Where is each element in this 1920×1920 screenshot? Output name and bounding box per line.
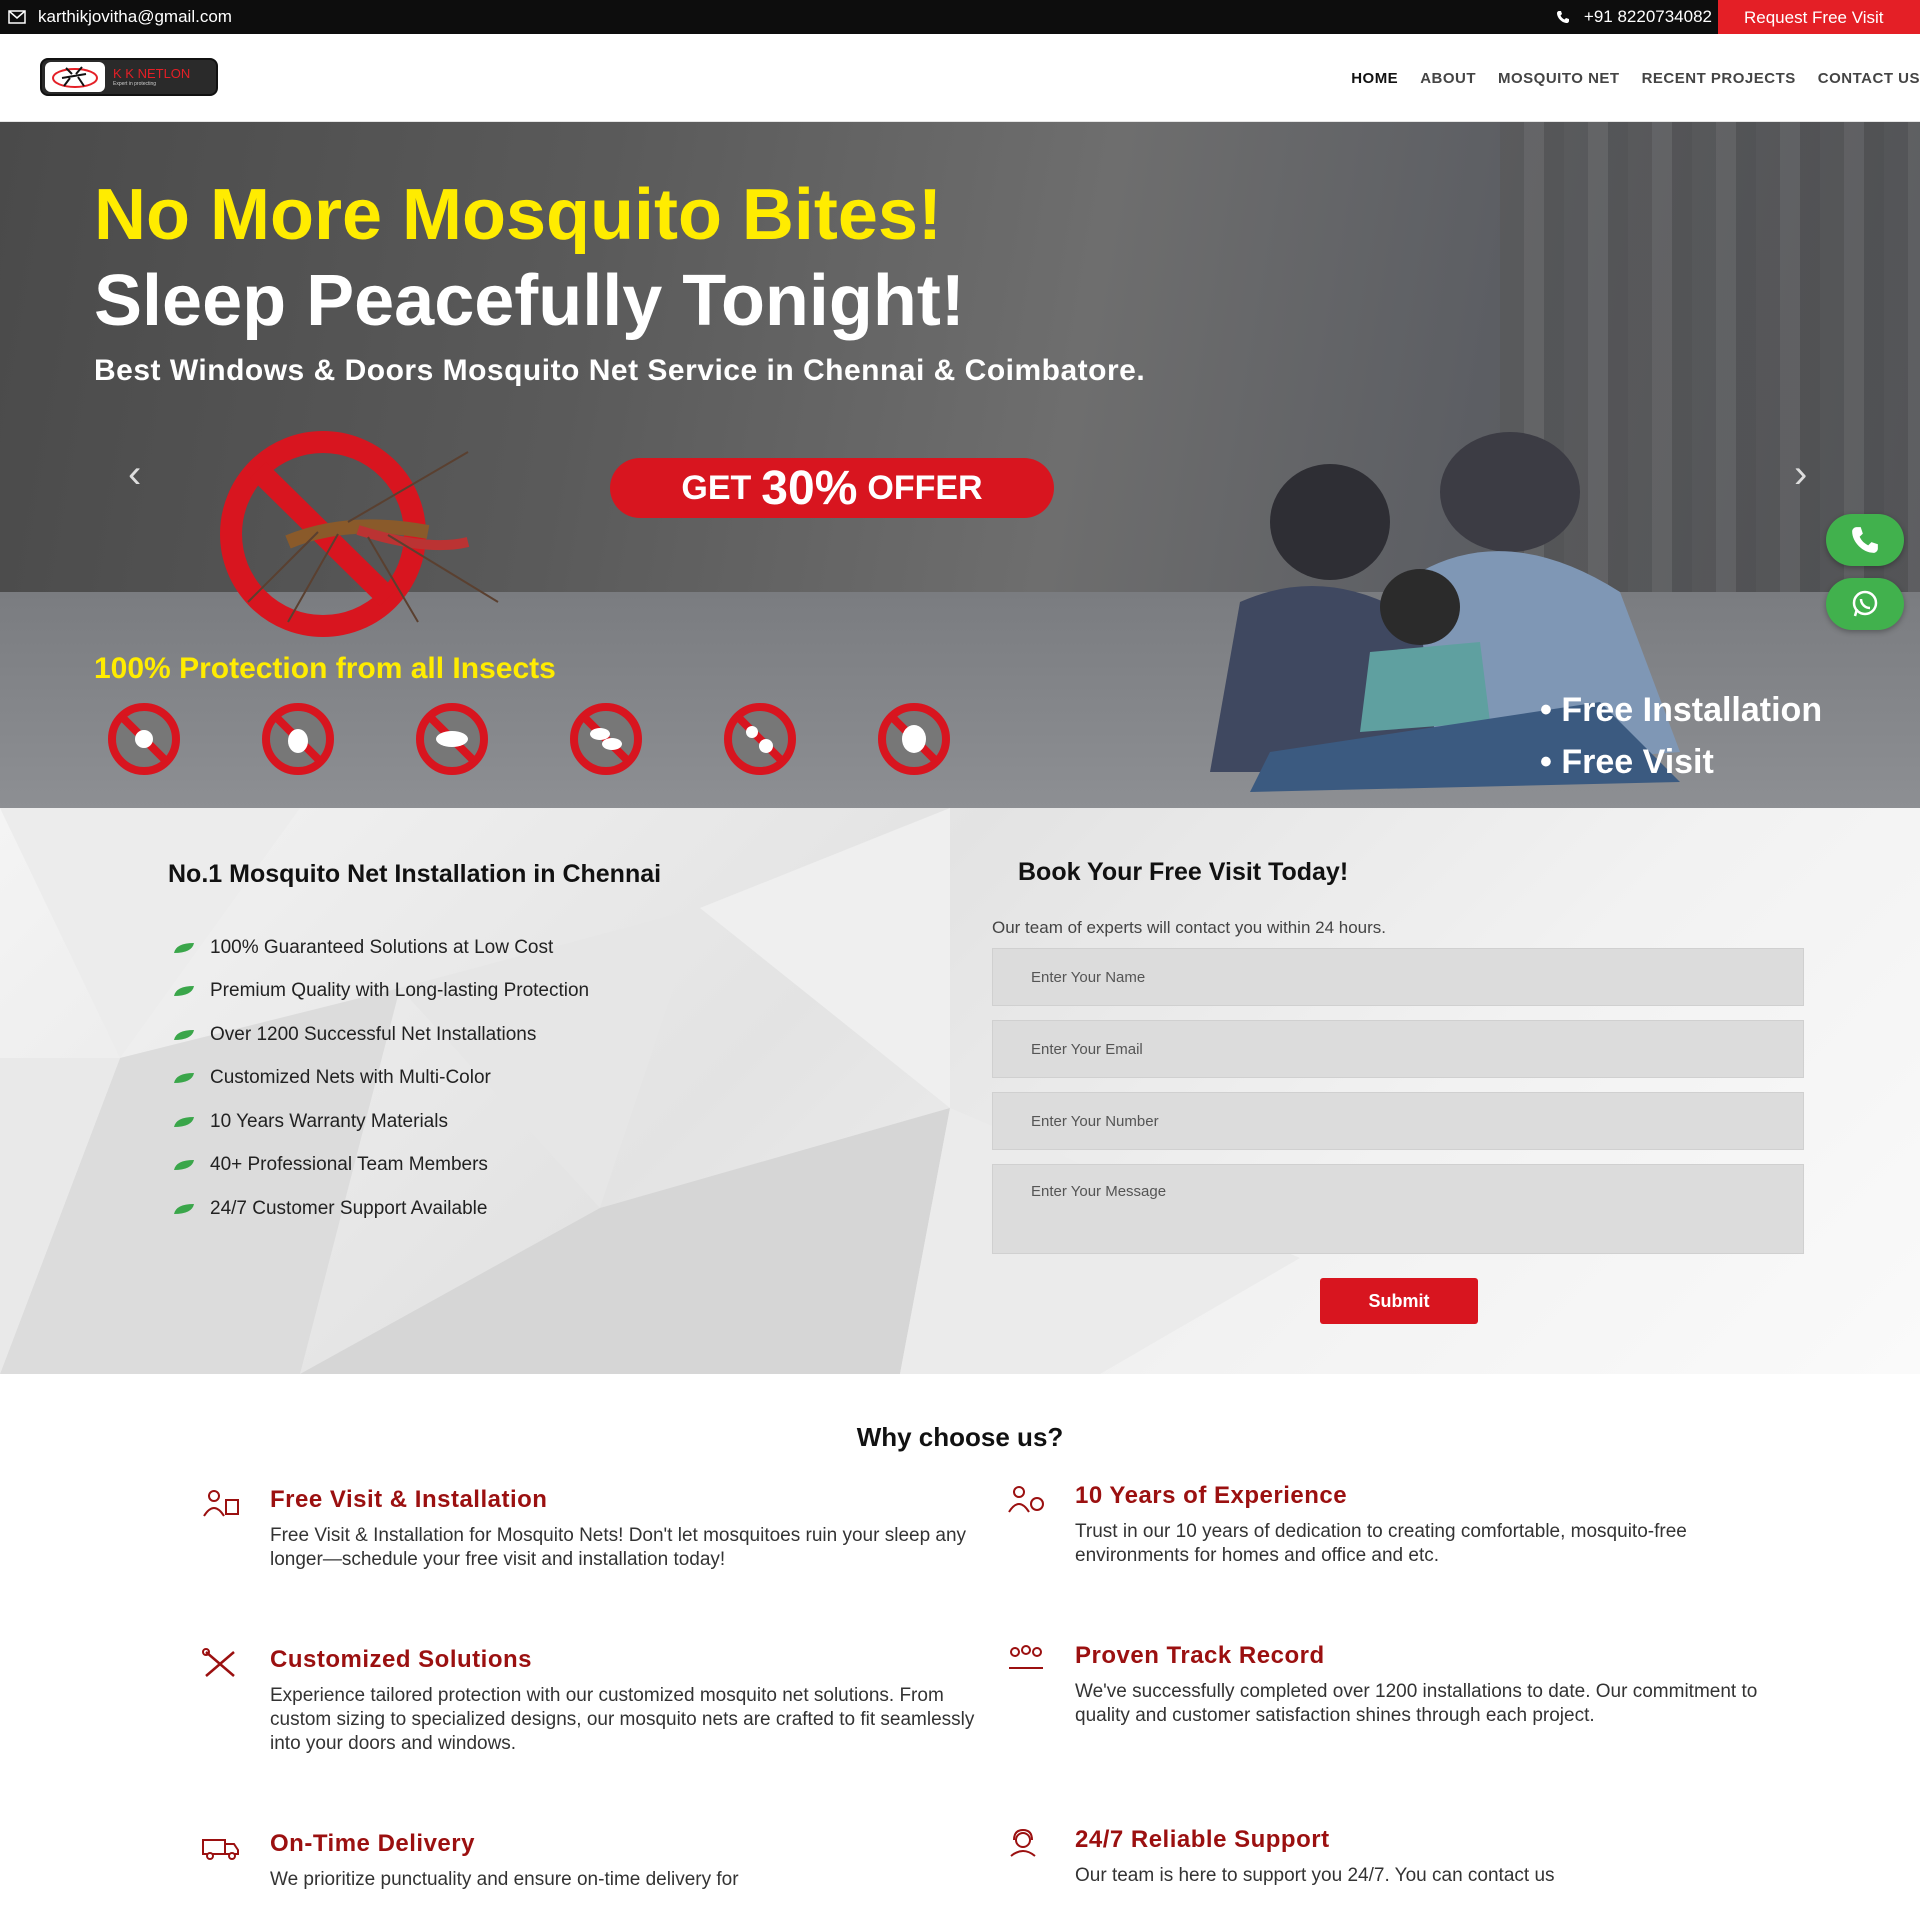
no-cockroach-icon	[416, 703, 488, 775]
why-card-text: Experience tailored protection with our …	[270, 1685, 975, 1754]
worker-icon	[203, 1490, 239, 1517]
leaf-icon	[174, 942, 194, 953]
why-card-title: 24/7 Reliable Support	[1075, 1826, 1330, 1853]
whatsapp-icon	[1852, 590, 1878, 617]
why-card-support: 24/7 Reliable Support Our team is here t…	[1010, 1826, 1785, 1888]
benefit-free-visit: • Free Visit	[1540, 743, 1714, 781]
no-ant-icon	[724, 703, 796, 775]
top-email[interactable]: karthikjovitha@gmail.com	[8, 7, 232, 27]
offer-badge: GET 30% OFFER	[610, 458, 1054, 518]
offer-value: 30%	[761, 461, 858, 515]
why-card-title: Free Visit & Installation	[270, 1486, 548, 1513]
number-input[interactable]: Enter Your Number	[992, 1092, 1804, 1150]
nav-recent-projects[interactable]: RECENT PROJECTS	[1642, 70, 1796, 87]
phone-icon	[1852, 527, 1878, 553]
no-bedbug-icon	[878, 703, 950, 775]
why-card-text: Free Visit & Installation for Mosquito N…	[270, 1525, 967, 1570]
call-float-button[interactable]	[1826, 514, 1904, 566]
list-item: Premium Quality with Long-lasting Protec…	[172, 970, 589, 1014]
leaf-icon	[174, 1073, 194, 1084]
list-item: 10 Years Warranty Materials	[172, 1100, 589, 1144]
leaf-icon	[174, 1029, 194, 1040]
hero-subheadline: Best Windows & Doors Mosquito Net Servic…	[94, 354, 1146, 387]
hero-slider: No More Mosquito Bites! Sleep Peacefully…	[0, 122, 1920, 808]
submit-button[interactable]: Submit	[1320, 1278, 1478, 1324]
why-card-free-visit: Free Visit & Installation Free Visit & I…	[203, 1486, 970, 1572]
top-phone-text: +91 8220734082	[1583, 7, 1712, 26]
why-card-text: Our team is here to support you 24/7. Yo…	[1075, 1865, 1555, 1886]
why-card-title: Proven Track Record	[1075, 1642, 1325, 1669]
list-item: Customized Nets with Multi-Color	[172, 1057, 589, 1101]
leaf-icon	[174, 1203, 194, 1214]
mail-icon	[8, 10, 26, 24]
protection-text: 100% Protection from all Insects	[94, 652, 556, 685]
why-card-title: On-Time Delivery	[270, 1830, 475, 1857]
hero-headline-2: Sleep Peacefully Tonight!	[94, 261, 965, 341]
logo[interactable]: K K NETLON Expert in protecting	[40, 58, 218, 96]
why-card-delivery: On-Time Delivery We prioritize punctuali…	[202, 1830, 970, 1892]
top-email-text: karthikjovitha@gmail.com	[38, 7, 232, 26]
no-fly-icon	[570, 703, 642, 775]
why-card-text: Trust in our 10 years of dedication to c…	[1075, 1521, 1687, 1566]
nav-home[interactable]: HOME	[1351, 70, 1398, 87]
why-card-experience: 10 Years of Experience Trust in our 10 y…	[1008, 1482, 1785, 1568]
form-subtitle: Our team of experts will contact you wit…	[992, 918, 1387, 937]
list-item: 100% Guaranteed Solutions at Low Cost	[172, 926, 589, 970]
why-card-track-record: Proven Track Record We've successfully c…	[1009, 1642, 1795, 1728]
list-item: 24/7 Customer Support Available	[172, 1187, 589, 1231]
name-input[interactable]: Enter Your Name	[992, 948, 1804, 1006]
logo-tagline: Expert in protecting	[113, 81, 157, 87]
list-item: Over 1200 Successful Net Installations	[172, 1013, 589, 1057]
team-icon	[1009, 1645, 1043, 1669]
top-bar: karthikjovitha@gmail.com +91 8220734082 …	[0, 0, 1920, 34]
logo-name: K K NETLON	[113, 66, 191, 81]
features-list: 100% Guaranteed Solutions at Low Cost Pr…	[172, 926, 589, 1231]
why-choose-us-section: Why choose us? Free Visit & Installation…	[0, 1374, 1920, 1920]
navbar: K K NETLON Expert in protecting HOME ABO…	[0, 34, 1920, 122]
hero-headline-1: No More Mosquito Bites!	[94, 175, 942, 255]
info-section: No.1 Mosquito Net Installation in Chenna…	[0, 808, 1920, 1374]
logo-mosquito-icon	[45, 62, 105, 92]
main-nav: HOME ABOUT MOSQUITO NET RECENT PROJECTS …	[1351, 70, 1920, 87]
insect-icons	[92, 702, 966, 776]
nav-contact-us[interactable]: CONTACT US	[1818, 70, 1920, 87]
why-card-text: We prioritize punctuality and ensure on-…	[270, 1869, 739, 1890]
top-phone[interactable]: +91 8220734082	[1556, 7, 1712, 27]
list-item: 40+ Professional Team Members	[172, 1144, 589, 1188]
email-input[interactable]: Enter Your Email	[992, 1020, 1804, 1078]
form-title: Book Your Free Visit Today!	[1018, 858, 1349, 886]
message-textarea[interactable]: Enter Your Message	[992, 1164, 1804, 1254]
why-card-text: We've successfully completed over 1200 i…	[1075, 1681, 1758, 1726]
nav-mosquito-net[interactable]: MOSQUITO NET	[1498, 70, 1620, 87]
nav-about[interactable]: ABOUT	[1420, 70, 1476, 87]
phone-icon	[1556, 11, 1569, 23]
leaf-icon	[174, 1160, 194, 1171]
no-mosquito-icon	[220, 431, 499, 637]
request-free-visit-button[interactable]: Request Free Visit	[1718, 0, 1920, 34]
tools-icon	[202, 1648, 235, 1677]
hero-benefits: • Free Installation • Free Visit	[1540, 684, 1822, 788]
benefit-free-installation: • Free Installation	[1540, 691, 1823, 729]
why-card-title: Customized Solutions	[270, 1646, 532, 1673]
why-card-customized: Customized Solutions Experience tailored…	[202, 1646, 980, 1756]
expert-icon	[1008, 1486, 1044, 1513]
no-tick-icon	[262, 703, 334, 775]
info-title: No.1 Mosquito Net Installation in Chenna…	[168, 860, 662, 888]
no-spider-icon	[108, 703, 180, 775]
offer-prefix: GET	[681, 468, 752, 507]
whatsapp-float-button[interactable]	[1826, 578, 1904, 630]
slider-prev-icon[interactable]: ‹	[128, 452, 141, 497]
leaf-icon	[174, 986, 194, 997]
why-title: Why choose us?	[856, 1422, 1064, 1452]
why-card-title: 10 Years of Experience	[1075, 1482, 1348, 1509]
slider-next-icon[interactable]: ›	[1794, 452, 1807, 497]
offer-suffix: OFFER	[867, 468, 983, 507]
support-headset-icon	[1010, 1828, 1036, 1857]
leaf-icon	[174, 1116, 194, 1127]
delivery-truck-icon	[202, 1839, 239, 1860]
